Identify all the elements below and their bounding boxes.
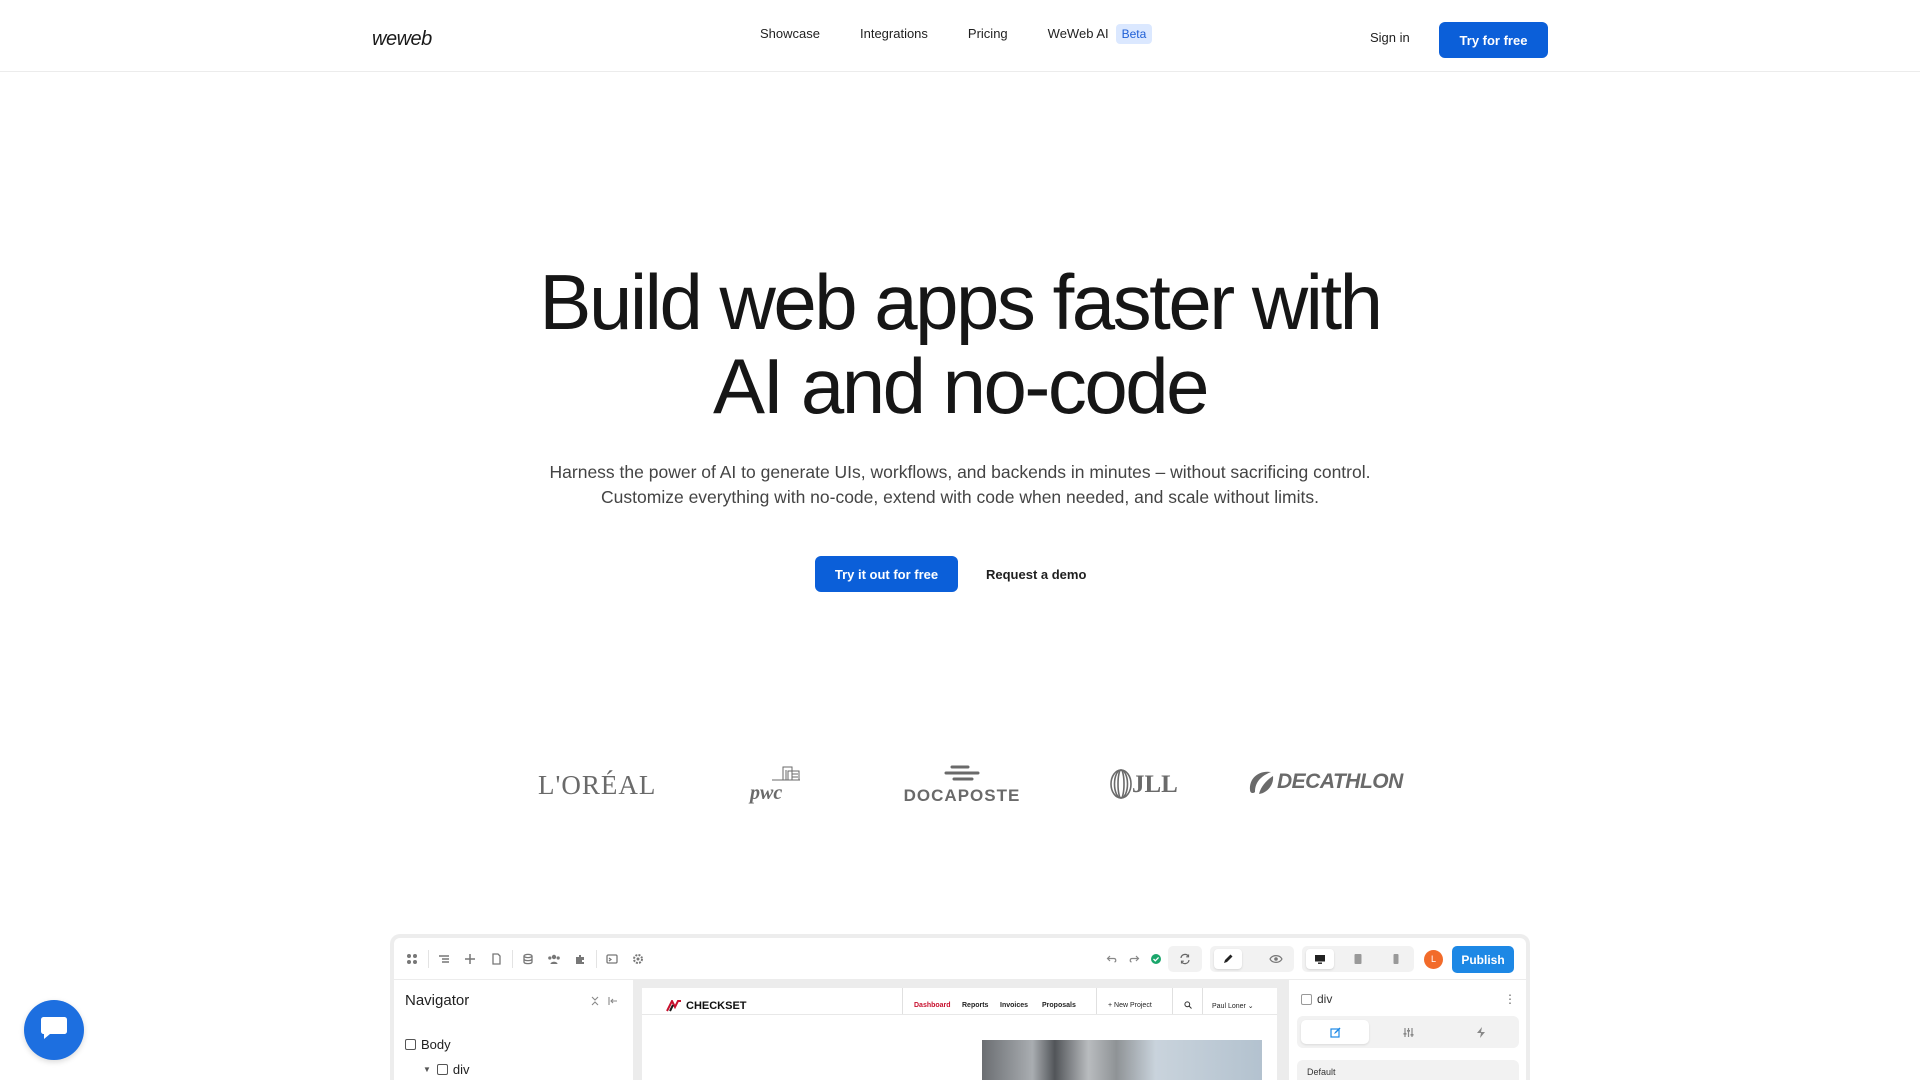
state-selector[interactable]: Default bbox=[1297, 1060, 1519, 1080]
editor-canvas: CHECKSET Dashboard Reports Invoices Prop… bbox=[634, 980, 1289, 1080]
nav-divider bbox=[1096, 988, 1097, 1014]
nav-weweb-ai-label: WeWeb AI bbox=[1047, 26, 1109, 41]
workflow-tab-icon[interactable] bbox=[1447, 1020, 1515, 1044]
nav-divider bbox=[1172, 988, 1173, 1014]
terminal-icon[interactable] bbox=[604, 951, 620, 967]
search-icon[interactable] bbox=[1184, 1001, 1192, 1011]
checkset-wordmark: CHECKSET bbox=[686, 1000, 747, 1012]
hero-subtitle: Harness the power of AI to generate UIs,… bbox=[360, 460, 1560, 510]
nav-divider bbox=[902, 988, 903, 1014]
element-icon bbox=[405, 1039, 416, 1050]
layers-icon[interactable] bbox=[436, 951, 452, 967]
desktop-icon bbox=[1312, 951, 1328, 967]
weweb-logo[interactable]: weweb bbox=[372, 28, 432, 51]
site-preview[interactable]: CHECKSET Dashboard Reports Invoices Prop… bbox=[642, 988, 1277, 1080]
loreal-logo: L'ORÉAL bbox=[538, 770, 657, 800]
properties-tabs bbox=[1297, 1016, 1519, 1048]
hero-title-line-2: AI and no-code bbox=[712, 342, 1210, 430]
preview-icon[interactable] bbox=[1268, 951, 1284, 967]
chat-button[interactable] bbox=[24, 1000, 84, 1060]
plus-icon[interactable] bbox=[462, 951, 478, 967]
nav-pricing[interactable]: Pricing bbox=[968, 22, 1008, 46]
users-icon[interactable] bbox=[546, 951, 562, 967]
grid-icon[interactable] bbox=[404, 951, 420, 967]
edit-mode-icon bbox=[1220, 951, 1236, 967]
try-for-free-button[interactable]: Try for free bbox=[1439, 22, 1548, 58]
hero-title: Build web apps faster with AI and no-cod… bbox=[260, 260, 1660, 428]
caret-down-icon[interactable]: ▼ bbox=[423, 1065, 431, 1074]
nav-divider bbox=[1202, 988, 1203, 1014]
jll-wordmark: JLL bbox=[1132, 771, 1178, 798]
user-menu[interactable]: Paul Loner ⌄ bbox=[1212, 1002, 1254, 1010]
beta-badge: Beta bbox=[1115, 24, 1153, 44]
site-nav-invoices[interactable]: Invoices bbox=[1000, 1002, 1028, 1009]
main-nav: Showcase Integrations Pricing WeWeb AI B… bbox=[760, 22, 1153, 46]
site-nav-reports[interactable]: Reports bbox=[962, 1002, 988, 1009]
tree-item-div[interactable]: ▼ div bbox=[423, 1062, 470, 1077]
gear-icon[interactable] bbox=[630, 951, 646, 967]
nav-weweb-ai[interactable]: WeWeb AI Beta bbox=[1048, 22, 1153, 46]
settings-tab-icon[interactable] bbox=[1374, 1020, 1442, 1044]
style-tab-icon[interactable] bbox=[1301, 1020, 1369, 1044]
mobile-icon[interactable] bbox=[1388, 951, 1404, 967]
tree-item-body[interactable]: Body bbox=[405, 1037, 451, 1052]
customer-logos: L'ORÉAL pwc DOCAPOSTE JLL DECATHLON bbox=[520, 760, 1403, 810]
user-avatar[interactable]: L bbox=[1424, 950, 1443, 969]
site-header-border bbox=[642, 1014, 1277, 1015]
pwc-wordmark: pwc bbox=[750, 782, 783, 804]
plugin-icon[interactable] bbox=[572, 951, 588, 967]
collapse-icon[interactable] bbox=[590, 996, 600, 1009]
sign-in-link[interactable]: Sign in bbox=[1370, 30, 1410, 45]
site-nav-proposals[interactable]: Proposals bbox=[1042, 1002, 1076, 1009]
more-options-icon[interactable]: ⋮ bbox=[1504, 992, 1516, 1006]
toolbar-divider bbox=[428, 950, 429, 968]
navigator-panel: Navigator Body ▼ div bbox=[394, 980, 634, 1080]
site-header: weweb Showcase Integrations Pricing WeWe… bbox=[0, 0, 1920, 72]
decathlon-logo: DECATHLON bbox=[1247, 768, 1407, 798]
selected-element: div bbox=[1301, 992, 1332, 1006]
toolbar-divider bbox=[596, 950, 597, 968]
nav-integrations[interactable]: Integrations bbox=[860, 22, 928, 46]
decathlon-wordmark: DECATHLON bbox=[1277, 770, 1403, 793]
docaposte-logo: DOCAPOSTE bbox=[902, 764, 1022, 808]
publish-button[interactable]: Publish bbox=[1452, 946, 1514, 973]
jll-logo: JLL bbox=[1108, 766, 1178, 802]
tree-item-label: Body bbox=[421, 1037, 451, 1052]
hero-subtitle-line-2: Customize everything with no-code, exten… bbox=[601, 487, 1319, 507]
hero-subtitle-line-1: Harness the power of AI to generate UIs,… bbox=[549, 462, 1371, 482]
new-project-button[interactable]: + New Project bbox=[1108, 1002, 1152, 1009]
docaposte-wordmark: DOCAPOSTE bbox=[903, 786, 1021, 805]
pwc-logo: pwc bbox=[750, 764, 810, 808]
site-nav-dashboard[interactable]: Dashboard bbox=[914, 1002, 951, 1009]
sync-group bbox=[1168, 946, 1202, 972]
hero-title-line-1: Build web apps faster with bbox=[539, 258, 1383, 346]
state-selector-label: Default bbox=[1307, 1067, 1336, 1077]
breakpoint-toggle bbox=[1302, 946, 1414, 972]
redo-icon[interactable] bbox=[1126, 951, 1142, 967]
selected-element-label: div bbox=[1317, 992, 1333, 1006]
request-demo-link[interactable]: Request a demo bbox=[986, 567, 1086, 582]
nav-showcase[interactable]: Showcase bbox=[760, 22, 820, 46]
hero-cta-row: Try it out for free Request a demo bbox=[815, 556, 1086, 592]
chat-icon bbox=[40, 1015, 68, 1046]
editor-preview: L Publish Navigator Body ▼ div CHECKSET bbox=[390, 934, 1530, 1080]
navigator-title: Navigator bbox=[405, 992, 470, 1009]
tree-item-label: div bbox=[452, 1062, 470, 1077]
editor-toolbar: L Publish bbox=[394, 938, 1526, 980]
building-photo bbox=[982, 1040, 1262, 1080]
database-icon[interactable] bbox=[520, 951, 536, 967]
element-icon bbox=[1301, 993, 1312, 1005]
edit-preview-toggle bbox=[1210, 946, 1294, 972]
properties-panel: div ⋮ Default bbox=[1289, 980, 1526, 1080]
sync-icon[interactable] bbox=[1177, 951, 1193, 967]
toolbar-divider bbox=[512, 950, 513, 968]
element-icon bbox=[436, 1064, 448, 1075]
page-icon[interactable] bbox=[488, 951, 504, 967]
dock-left-icon[interactable] bbox=[608, 996, 618, 1009]
status-ok-icon bbox=[1148, 951, 1164, 967]
undo-icon[interactable] bbox=[1104, 951, 1120, 967]
try-it-out-button[interactable]: Try it out for free bbox=[815, 556, 958, 592]
tablet-icon[interactable] bbox=[1350, 951, 1366, 967]
checkset-logo: CHECKSET bbox=[666, 1000, 747, 1012]
